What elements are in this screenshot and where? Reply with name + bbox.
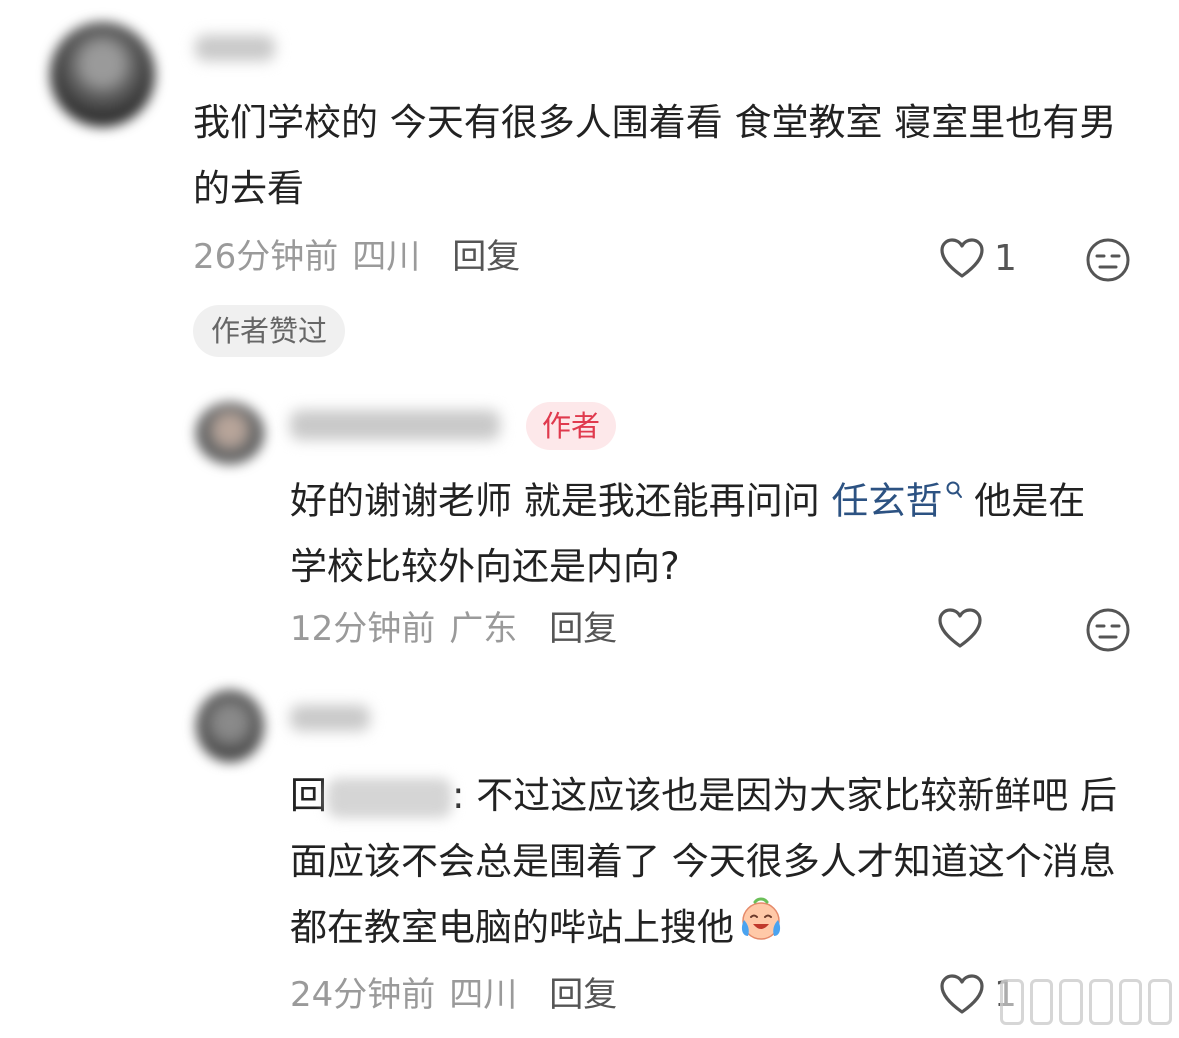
like-count: 1 <box>994 237 1017 279</box>
reply-button[interactable]: 回复 <box>549 970 617 1020</box>
heart-outline-icon <box>940 238 984 278</box>
watermark-mark <box>1148 979 1173 1025</box>
comment-region: 四川 <box>449 975 518 1015</box>
watermark-mark <box>1059 979 1084 1025</box>
reply-text: 好的谢谢老师 就是我还能再问问 任玄哲 他是在学校比较外向还是内向? <box>290 462 1120 600</box>
watermark <box>1000 976 1173 1028</box>
avatar[interactable] <box>196 402 264 464</box>
reply-text: 回: 不过这应该也是因为大家比较新鲜吧 后面应该不会总是围着了 今天很多人才知道… <box>290 763 1130 963</box>
avatar[interactable] <box>50 22 155 127</box>
comment-time: 24分钟前 <box>290 975 436 1015</box>
neutral-face-icon <box>1086 608 1130 652</box>
comment-meta: 12分钟前 广东 回复 <box>290 604 617 654</box>
watermark-mark <box>1089 979 1113 1025</box>
author-badge: 作者 <box>526 402 617 450</box>
comment-region: 四川 <box>352 237 421 277</box>
replied-username-blurred[interactable] <box>327 777 452 818</box>
like-button[interactable] <box>936 606 984 650</box>
comment-meta: 24分钟前 四川 回复 <box>290 970 617 1020</box>
heart-outline-icon <box>940 974 984 1014</box>
comment-meta: 26分钟前 四川 回复 <box>193 232 520 282</box>
reply-button[interactable]: 回复 <box>452 232 520 282</box>
comment-region: 广东 <box>449 609 518 649</box>
comment-time: 26分钟前 <box>193 237 339 277</box>
like-button[interactable]: 1 <box>938 236 1017 280</box>
neutral-face-icon <box>1086 238 1130 282</box>
username-blurred[interactable] <box>290 705 370 731</box>
search-icon[interactable] <box>945 481 963 505</box>
avatar[interactable] <box>196 690 264 762</box>
comment-text: 我们学校的 今天有很多人围着看 食堂教室 寝室里也有男的去看 <box>193 101 1117 210</box>
heart-outline-icon <box>938 608 982 648</box>
reply-button[interactable]: 回复 <box>549 604 617 654</box>
watermark-mark <box>1118 979 1143 1025</box>
dislike-button[interactable] <box>1084 236 1132 288</box>
username-blurred[interactable] <box>195 35 275 61</box>
watermark-mark <box>1029 979 1054 1025</box>
mention-link[interactable]: 任玄哲 <box>832 479 943 522</box>
dislike-button[interactable] <box>1084 606 1132 658</box>
username-blurred[interactable] <box>290 410 500 440</box>
author-liked-badge: 作者赞过 <box>193 305 346 357</box>
reply-prefix: 回 <box>290 774 327 817</box>
reply-text-part: 好的谢谢老师 就是我还能再问问 <box>290 479 832 523</box>
comment-time: 12分钟前 <box>290 609 436 649</box>
watermark-mark <box>1000 979 1024 1025</box>
crying-laughing-emoji-icon <box>738 896 784 963</box>
